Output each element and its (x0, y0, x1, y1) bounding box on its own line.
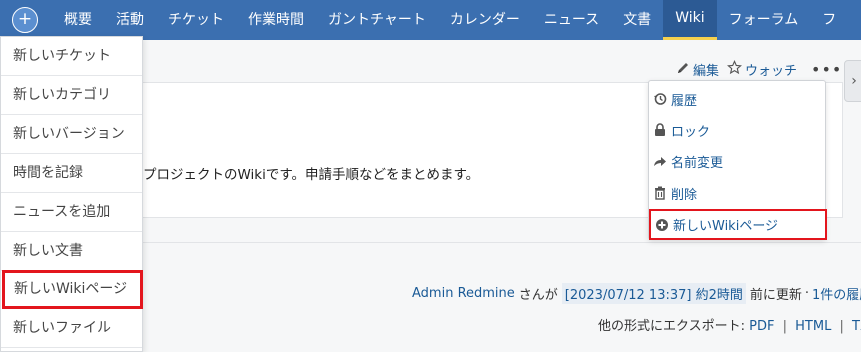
tab-documents[interactable]: 文書 (611, 0, 663, 40)
export-formats: 他の形式にエクスポート: PDF | HTML | TXT (598, 315, 861, 334)
watch-label: ウォッチ (745, 64, 798, 79)
tab-calendar[interactable]: カレンダー (438, 0, 532, 40)
separator-dot: · (804, 286, 810, 301)
rename-menu-item[interactable]: 名前変更 (653, 148, 723, 174)
new-version-item[interactable]: 新しいバージョン (1, 115, 142, 154)
new-wiki-page-label: 新しいWikiページ (673, 219, 779, 234)
before-update-text: 前に更新 (749, 288, 802, 303)
history-label: 履歴 (671, 93, 698, 109)
new-object-button[interactable]: + (12, 7, 38, 33)
tab-wiki[interactable]: Wiki (663, 0, 717, 40)
export-txt-link[interactable]: TXT (852, 319, 861, 334)
export-label: 他の形式にエクスポート: (598, 319, 745, 334)
watch-link[interactable]: ウォッチ (727, 60, 797, 79)
rename-label: 名前変更 (671, 155, 724, 171)
more-actions-button[interactable]: ••• (811, 60, 842, 79)
log-time-item[interactable]: 時間を記録 (1, 154, 142, 193)
project-menu-bar: + 概要 活動 チケット 作業時間 ガントチャート カレンダー ニュース 文書 … (0, 0, 861, 40)
export-pdf-link[interactable]: PDF (749, 319, 774, 334)
updated-info: Admin Redmine さんが [2023/07/12 13:37] 約2時… (412, 283, 861, 304)
history-menu-item[interactable]: 履歴 (653, 86, 697, 112)
author-link[interactable]: Admin Redmine (412, 286, 515, 301)
tab-issues[interactable]: チケット (156, 0, 236, 40)
san-ga-text: さんが (518, 288, 558, 303)
new-wiki-page-item[interactable]: 新しいWikiページ (2, 270, 143, 309)
tab-gantt[interactable]: ガントチャート (316, 0, 438, 40)
new-object-dropdown: 新しいチケット 新しいカテゴリ 新しいバージョン 時間を記録 ニュースを追加 新… (0, 36, 143, 352)
trash-icon (653, 186, 667, 200)
project-tabs: 概要 活動 チケット 作業時間 ガントチャート カレンダー ニュース 文書 Wi… (52, 0, 848, 40)
separator: | (839, 319, 844, 334)
contextual-actions: 編集 ウォッチ ••• (676, 60, 842, 79)
export-html-link[interactable]: HTML (795, 319, 831, 334)
new-document-item[interactable]: 新しい文書 (1, 232, 142, 271)
delete-menu-item[interactable]: 削除 (653, 180, 697, 206)
new-file-item[interactable]: 新しいファイル (1, 309, 142, 348)
new-wiki-page-menu-item[interactable]: 新しいWikiページ (649, 209, 827, 240)
tab-time-entries[interactable]: 作業時間 (236, 0, 316, 40)
tab-files-truncated[interactable]: フ (810, 0, 848, 40)
lock-label: ロック (671, 124, 711, 140)
timestamp-link[interactable]: [2023/07/12 13:37] 約2時間 (561, 283, 746, 304)
sidebar-toggle-button[interactable]: › (844, 60, 861, 102)
tab-forums[interactable]: フォーラム (717, 0, 811, 40)
rename-arrow-icon (653, 154, 667, 168)
wiki-body-text: プロジェクトのWikiです。申請手順などをまとめます。 (143, 167, 480, 183)
add-news-item[interactable]: ニュースを追加 (1, 193, 142, 232)
new-issue-item[interactable]: 新しいチケット (1, 37, 142, 76)
lock-menu-item[interactable]: ロック (653, 117, 710, 143)
history-count-link[interactable]: 1件の履歴 (812, 284, 861, 303)
tab-activity[interactable]: 活動 (104, 0, 156, 40)
tab-news[interactable]: ニュース (532, 0, 611, 40)
edit-label: 編集 (693, 64, 720, 79)
star-icon (727, 60, 742, 79)
separator: | (782, 319, 787, 334)
tab-overview[interactable]: 概要 (52, 0, 104, 40)
history-icon (653, 92, 667, 106)
delete-label: 削除 (671, 187, 698, 203)
add-circle-icon (655, 218, 669, 232)
pencil-icon (676, 61, 690, 79)
wiki-actions-dropdown: 履歴 ロック 名前変更 削除 新しいWikiページ (648, 80, 827, 240)
edit-link[interactable]: 編集 (676, 60, 719, 79)
new-category-item[interactable]: 新しいカテゴリ (1, 76, 142, 115)
lock-icon (653, 123, 667, 137)
